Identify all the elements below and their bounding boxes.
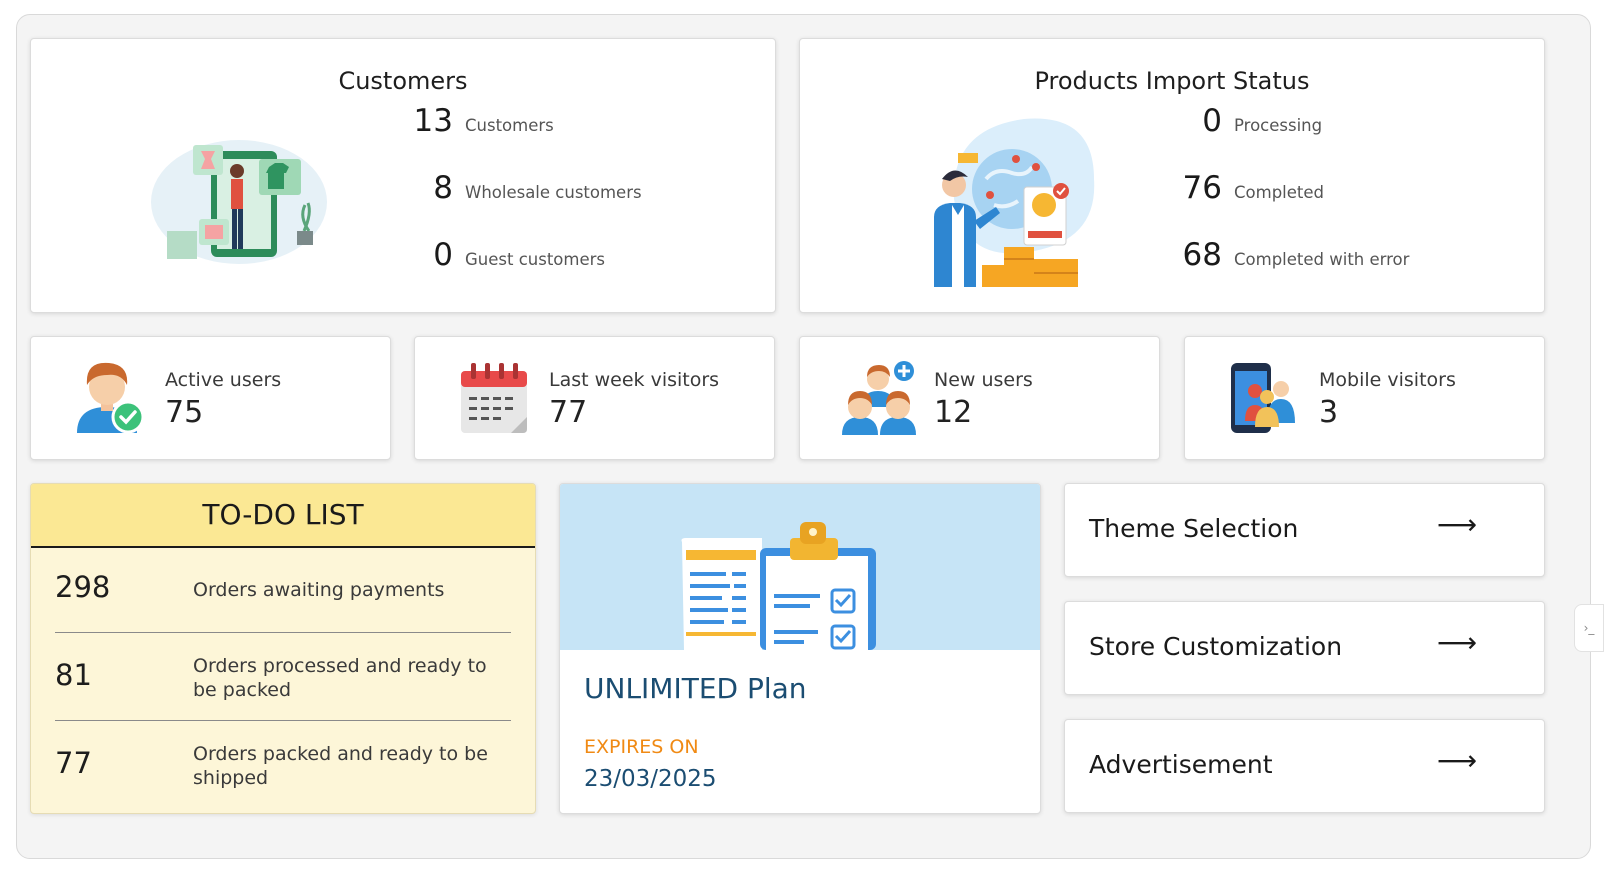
import-stat-processing: 0 Processing xyxy=(1162,103,1322,139)
arrow-right-icon[interactable]: ⟶ xyxy=(1437,508,1477,541)
active-users-value: 75 xyxy=(165,395,204,430)
stat-value: 0 xyxy=(1202,103,1222,139)
advertisement-link[interactable]: Advertisement ⟶ xyxy=(1064,719,1545,813)
stat-value: 8 xyxy=(433,170,453,206)
customers-stat-guest: 0 Guest customers xyxy=(393,237,605,273)
stat-value: 68 xyxy=(1182,237,1222,273)
arrow-right-icon[interactable]: ⟶ xyxy=(1437,626,1477,659)
plan-card: UNLIMITED Plan EXPIRES ON 23/03/2025 xyxy=(559,483,1041,814)
todo-text: Orders processed and ready to be packed xyxy=(193,655,487,701)
new-users-label: New users xyxy=(934,369,1033,391)
mobile-visitors-icon xyxy=(1231,363,1295,433)
stat-label: Completed with error xyxy=(1234,250,1410,269)
plan-expires-date: 23/03/2025 xyxy=(584,766,717,792)
import-illustration xyxy=(934,118,1095,287)
last-week-visitors-label: Last week visitors xyxy=(549,369,720,391)
mobile-visitors-label: Mobile visitors xyxy=(1319,369,1456,391)
stat-label: Guest customers xyxy=(465,250,606,269)
todo-count: 298 xyxy=(55,570,111,604)
import-status-card: Products Import Status 0 Processing 76 C… xyxy=(799,38,1545,313)
theme-selection-link[interactable]: Theme Selection ⟶ xyxy=(1064,483,1545,577)
clipboard-illustration xyxy=(681,522,876,650)
todo-count: 77 xyxy=(55,746,92,780)
new-users-card: New users 12 xyxy=(799,336,1160,460)
plan-name: UNLIMITED Plan xyxy=(584,672,807,705)
todo-list-title: TO-DO LIST xyxy=(31,484,535,548)
stat-label: Processing xyxy=(1234,116,1323,135)
active-user-icon xyxy=(77,362,145,434)
import-stat-completed-error: 68 Completed with error xyxy=(1162,237,1410,273)
stat-value: 76 xyxy=(1182,170,1222,206)
link-label: Store Customization xyxy=(1089,632,1343,661)
active-users-label: Active users xyxy=(165,369,282,391)
mobile-visitors-card: Mobile visitors 3 xyxy=(1184,336,1545,460)
stat-label: Wholesale customers xyxy=(465,183,642,202)
customers-title: Customers xyxy=(338,67,468,95)
customers-stat-wholesale: 8 Wholesale customers xyxy=(393,170,642,206)
customers-illustration xyxy=(151,140,327,264)
todo-text: Orders packed and ready to be shipped xyxy=(193,743,488,789)
last-week-visitors-value: 77 xyxy=(549,395,588,430)
calendar-icon xyxy=(461,363,527,433)
stat-label: Customers xyxy=(465,116,554,135)
arrow-right-icon[interactable]: ⟶ xyxy=(1437,744,1477,777)
import-stat-completed: 76 Completed xyxy=(1162,170,1324,206)
customers-stat-total: 13 Customers xyxy=(393,103,554,139)
last-week-visitors-card: Last week visitors 77 xyxy=(414,336,775,460)
customers-card: Customers 13 Customers 8 Wholesale custo… xyxy=(30,38,776,313)
todo-item-ready-to-ship[interactable]: 77 Orders packed and ready to be shipped xyxy=(55,722,511,810)
todo-divider xyxy=(55,632,511,633)
link-label: Theme Selection xyxy=(1089,514,1299,543)
todo-item-ready-to-pack[interactable]: 81 Orders processed and ready to be pack… xyxy=(55,634,511,722)
todo-text: Orders awaiting payments xyxy=(193,579,445,601)
todo-list-card: TO-DO LIST 298 Orders awaiting payments … xyxy=(30,483,536,814)
new-users-icon xyxy=(842,361,916,435)
active-users-card: Active users 75 xyxy=(30,336,391,460)
mobile-visitors-value: 3 xyxy=(1319,395,1339,430)
stat-label: Completed xyxy=(1234,183,1324,202)
import-status-title: Products Import Status xyxy=(1034,67,1310,95)
todo-divider xyxy=(55,720,511,721)
todo-count: 81 xyxy=(55,658,92,692)
todo-item-awaiting-payment[interactable]: 298 Orders awaiting payments xyxy=(55,546,511,634)
stat-value: 0 xyxy=(433,237,453,273)
plan-expires-label: EXPIRES ON xyxy=(584,736,699,758)
new-users-value: 12 xyxy=(934,395,973,430)
plan-banner xyxy=(560,484,1040,650)
link-label: Advertisement xyxy=(1089,750,1273,779)
stat-value: 13 xyxy=(413,103,453,139)
side-panel-toggle[interactable]: ›_ xyxy=(1574,604,1604,652)
store-customization-link[interactable]: Store Customization ⟶ xyxy=(1064,601,1545,695)
